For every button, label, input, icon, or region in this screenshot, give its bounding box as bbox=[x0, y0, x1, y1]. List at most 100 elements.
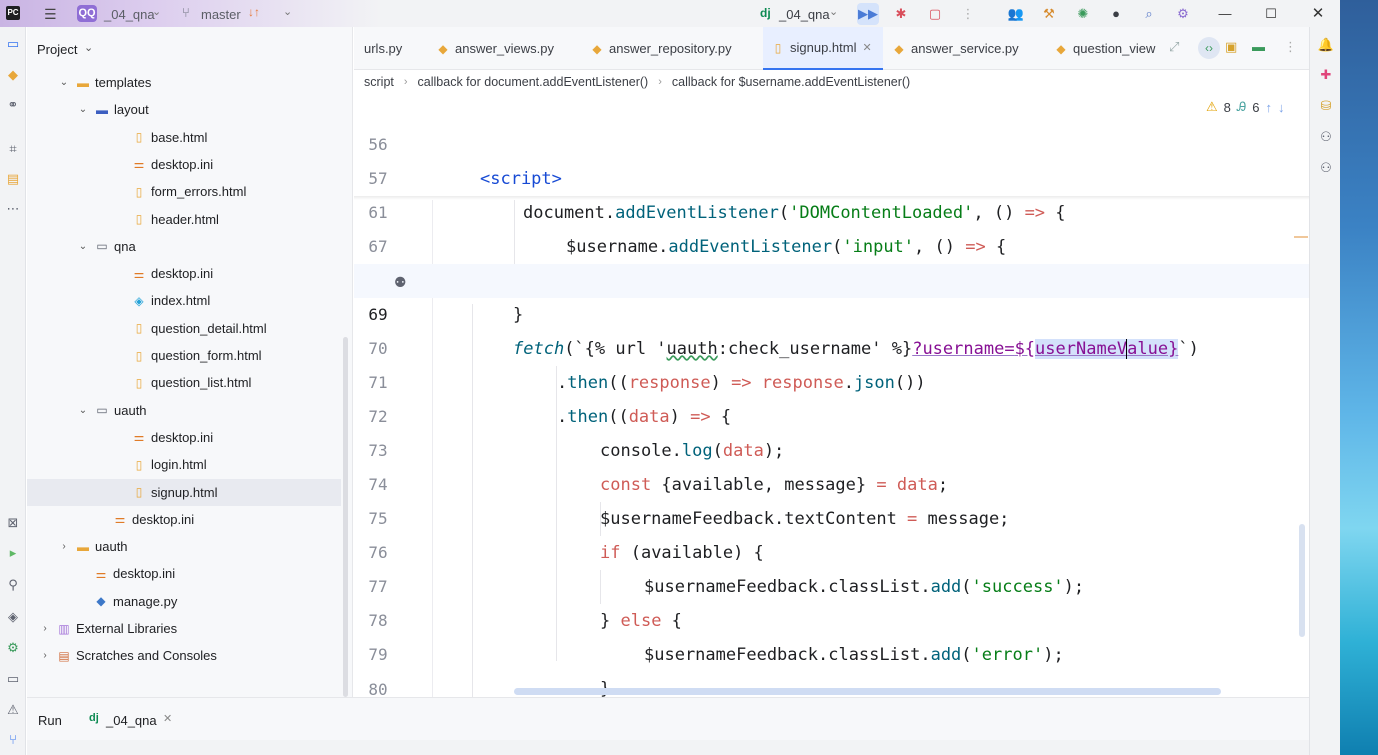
terminal-tool-icon[interactable]: ▭ bbox=[3, 669, 23, 689]
chevron-down-icon[interactable]: ⌄ bbox=[152, 5, 161, 18]
tree-item[interactable]: ▯ signup.html bbox=[27, 478, 341, 506]
chevron-down-icon[interactable]: ⌄ bbox=[58, 77, 70, 88]
tab-signup-html[interactable]: ▯ signup.html ✕ bbox=[763, 27, 883, 70]
run-tool-icon[interactable]: ▸ bbox=[3, 543, 23, 563]
services-tool-icon[interactable]: ⚭ bbox=[3, 95, 23, 115]
split-view-icon[interactable]: ▬ bbox=[1252, 39, 1265, 54]
stop-button[interactable]: ▢ bbox=[924, 3, 946, 25]
close-icon[interactable]: ✕ bbox=[862, 41, 871, 54]
tree-item[interactable]: ▯ header.html bbox=[27, 206, 341, 233]
project-name[interactable]: _04_qna bbox=[104, 7, 155, 22]
branch-name[interactable]: master bbox=[201, 7, 241, 22]
tree-item[interactable]: ▯ question_form.html bbox=[27, 342, 341, 369]
bookmarks-tool-icon[interactable]: ▤ bbox=[3, 169, 23, 189]
tree-item[interactable]: ⚌ desktop.ini bbox=[27, 151, 341, 178]
tree-item[interactable]: › ▤ Scratches and Consoles bbox=[27, 642, 341, 669]
maximize-icon[interactable]: ☐ bbox=[1260, 3, 1282, 25]
tree-item[interactable]: ▯ question_list.html bbox=[27, 369, 341, 396]
git-tool-icon[interactable]: ⑂ bbox=[3, 730, 23, 750]
copilot-icon[interactable]: ⚇ bbox=[1316, 127, 1336, 147]
vertical-scrollbar[interactable] bbox=[1299, 524, 1305, 637]
code-view-icon[interactable]: ‹› bbox=[1198, 37, 1220, 59]
code-line[interactable]: 57 document.addEventListener('DOMContent… bbox=[354, 128, 1309, 223]
chevron-down-icon[interactable]: ⌄ bbox=[84, 41, 93, 54]
expand-icon[interactable]: ⤢ bbox=[1169, 39, 1179, 55]
error-stripe-mark[interactable] bbox=[1294, 236, 1308, 238]
assistant-icon[interactable]: ⚇ bbox=[1316, 158, 1336, 178]
tree-item[interactable]: ◆ manage.py bbox=[27, 588, 341, 615]
coverage-gutter-icon[interactable]: ⚉ bbox=[394, 274, 407, 291]
tree-item[interactable]: ⌄ ▬ templates bbox=[27, 69, 341, 96]
code-line[interactable]: 78 $usernameFeedback.classList.add('erro… bbox=[354, 570, 1309, 665]
code-line[interactable]: 67 return; bbox=[354, 196, 1309, 291]
search-icon[interactable]: ⌕ bbox=[1138, 3, 1160, 25]
code-line[interactable]: 71 .then((data) => { bbox=[354, 332, 1309, 427]
chevron-right-icon[interactable]: › bbox=[39, 623, 51, 634]
run-config-selector[interactable]: _04_qna bbox=[779, 7, 830, 22]
code-line[interactable]: 76 $usernameFeedback.classList.add('succ… bbox=[354, 502, 1309, 597]
chevron-down-icon[interactable]: ⌄ bbox=[77, 405, 89, 416]
breadcrumb-item[interactable]: callback for document.addEventListener() bbox=[418, 75, 649, 89]
tree-item[interactable]: ▯ base.html bbox=[27, 124, 341, 151]
chevron-down-icon[interactable]: ⌄ bbox=[283, 5, 292, 18]
run-tool-label[interactable]: Run bbox=[38, 713, 62, 728]
tree-item[interactable]: ⌄ ▬ layout bbox=[27, 96, 341, 123]
code-line-current[interactable]: 69 fetch(`{% url 'uauth:check_username' … bbox=[354, 264, 1309, 359]
database-icon[interactable]: ⛁ bbox=[1316, 96, 1336, 116]
tree-item[interactable]: ◈ index.html bbox=[27, 287, 341, 314]
code-line[interactable]: 77 } else { bbox=[354, 536, 1309, 631]
project-panel-header[interactable]: Project bbox=[37, 42, 77, 57]
code-line[interactable]: 74 $usernameFeedback.textContent = messa… bbox=[354, 434, 1309, 529]
tree-item[interactable]: ⌄ ▭ uauth bbox=[27, 397, 341, 424]
tree-item[interactable]: ▯ login.html bbox=[27, 451, 341, 478]
excel-tool-icon[interactable]: ⊠ bbox=[3, 513, 23, 533]
close-icon[interactable]: ✕ bbox=[163, 712, 172, 725]
ai-assistant-icon[interactable]: ✺ bbox=[1072, 3, 1094, 25]
tab-question-view[interactable]: ◆ question_view bbox=[1054, 27, 1156, 70]
more-actions-icon[interactable]: ⋮ bbox=[957, 3, 979, 25]
record-icon[interactable]: ● bbox=[1105, 3, 1127, 25]
layers-tool-icon[interactable]: ◈ bbox=[3, 607, 23, 627]
structure-tool-icon[interactable]: ⌗ bbox=[3, 139, 23, 159]
breadcrumb-item[interactable]: script bbox=[364, 75, 394, 89]
code-with-me-icon[interactable]: 👥 bbox=[1005, 3, 1027, 25]
minimize-icon[interactable]: — bbox=[1214, 3, 1236, 25]
tree-item[interactable]: ⚌ desktop.ini bbox=[27, 506, 341, 533]
chevron-right-icon[interactable]: › bbox=[58, 541, 70, 552]
code-line[interactable]: 80 }); bbox=[354, 639, 1309, 697]
problems-tool-icon[interactable]: ⚠ bbox=[3, 700, 23, 720]
tree-item[interactable]: ⌄ ▭ qna bbox=[27, 233, 341, 260]
tree-item[interactable]: ▯ form_errors.html bbox=[27, 178, 341, 205]
app-logo-icon[interactable]: PC bbox=[6, 6, 20, 20]
tree-item[interactable]: › ▬ uauth bbox=[27, 533, 341, 560]
debug-button[interactable]: ✱ bbox=[890, 3, 912, 25]
code-line[interactable]: 61 $username.addEventListener('input', (… bbox=[354, 162, 1309, 257]
chevron-right-icon[interactable]: › bbox=[39, 650, 51, 661]
breadcrumb-item[interactable]: callback for $username.addEventListener(… bbox=[672, 75, 910, 89]
notifications-icon[interactable]: 🔔 bbox=[1316, 35, 1336, 55]
preview-icon[interactable]: ▣ bbox=[1225, 39, 1237, 55]
inspection-widget[interactable]: ⚠ 8 Ꭿ 6 ↑ ↓ bbox=[1206, 99, 1285, 115]
more-tools-icon[interactable]: ⋯ bbox=[3, 199, 23, 219]
commit-tool-icon[interactable]: ◆ bbox=[3, 65, 23, 85]
tab-answer-repository-py[interactable]: ◆ answer_repository.py bbox=[590, 27, 731, 70]
build-icon[interactable]: ⚒ bbox=[1038, 3, 1060, 25]
run-button[interactable]: ▶▶ bbox=[857, 3, 879, 25]
previous-problem-icon[interactable]: ↑ bbox=[1266, 100, 1273, 115]
run-tab[interactable]: _04_qna bbox=[106, 713, 157, 728]
tree-item[interactable]: ⚌ desktop.ini bbox=[27, 424, 341, 451]
code-line[interactable]: 70 .then((response) => response.json()) bbox=[354, 298, 1309, 393]
project-badge[interactable]: QQ bbox=[77, 5, 97, 22]
code-line[interactable]: 72 console.log(data); bbox=[354, 366, 1309, 461]
code-line[interactable]: 75 if (available) { bbox=[354, 468, 1309, 563]
code-line[interactable]: 68 } bbox=[354, 230, 1309, 325]
tab-answer-service-py[interactable]: ◆ answer_service.py bbox=[892, 27, 1018, 70]
tab-answer-views-py[interactable]: ◆ answer_views.py bbox=[436, 27, 554, 70]
chevron-down-icon[interactable]: ⌄ bbox=[77, 241, 89, 252]
tree-item[interactable]: ⚌ desktop.ini bbox=[27, 560, 341, 587]
main-menu-icon[interactable]: ☰ bbox=[44, 6, 57, 23]
tab-options-icon[interactable]: ⋮ bbox=[1284, 39, 1297, 55]
tab-urls-py[interactable]: urls.py bbox=[364, 27, 402, 70]
settings-icon[interactable]: ⚙ bbox=[1172, 3, 1194, 25]
chevron-down-icon[interactable]: ⌄ bbox=[829, 5, 838, 18]
